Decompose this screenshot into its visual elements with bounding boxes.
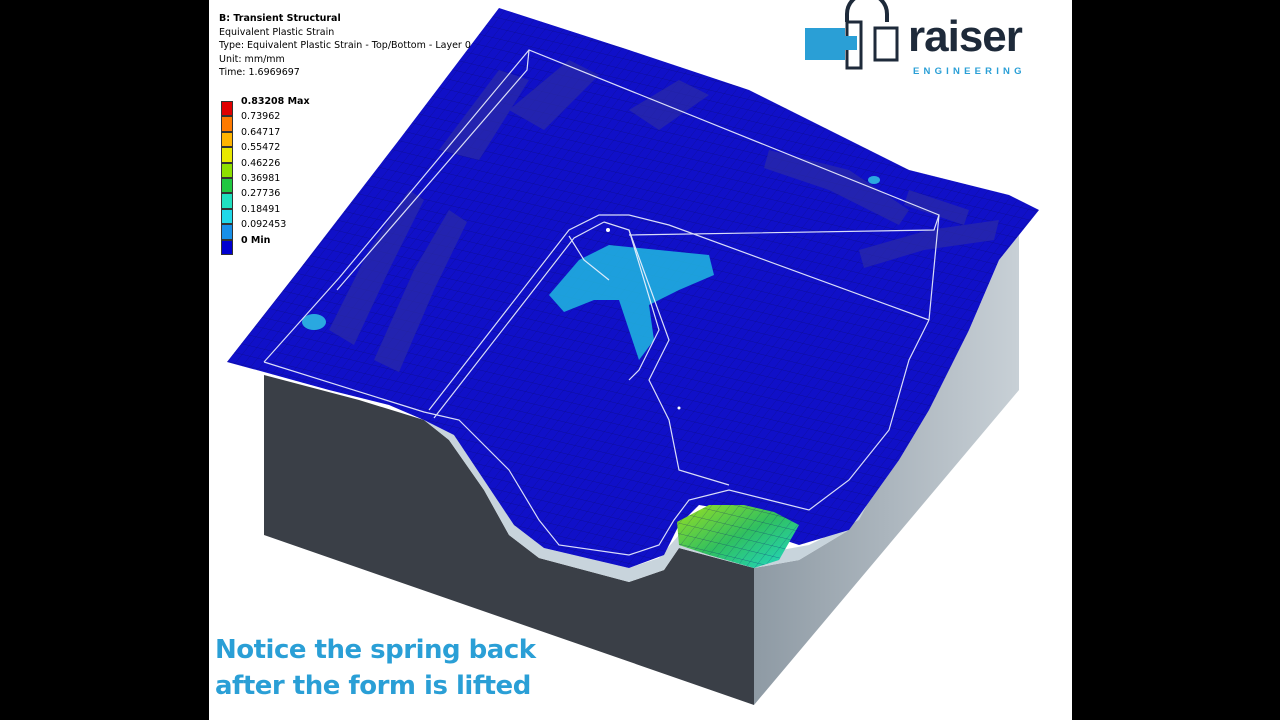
legend-color-swatch [221, 162, 233, 178]
logo-mark-icon [805, 0, 899, 70]
strain-hotspot-right [868, 176, 880, 184]
legend-value-label: 0.64717 [241, 126, 281, 138]
probe-marker [606, 228, 610, 232]
strain-hotspot-left [302, 314, 326, 330]
legend-value-label: 0.18491 [241, 203, 281, 215]
analysis-title: B: Transient Structural [219, 13, 341, 24]
logo-wordmark: raiser [908, 12, 1023, 61]
caption-line-1: Notice the spring back [215, 635, 536, 665]
legend-color-swatch [221, 208, 233, 225]
legend-color-swatch [221, 131, 233, 148]
result-time: Time: 1.6969697 [219, 67, 300, 79]
annotation-caption: Notice the spring back after the form is… [215, 632, 536, 704]
probe-marker [677, 406, 681, 410]
legend-color-swatch [221, 193, 233, 209]
company-logo: raiser ENGINEERING [803, 0, 1053, 80]
fea-model-view[interactable] [209, 0, 1072, 720]
logo-subtitle: ENGINEERING [913, 66, 1026, 77]
legend-value-label: 0.27736 [241, 188, 281, 200]
legend-color-swatch [221, 239, 233, 255]
legend-value-label: 0.092453 [241, 219, 287, 231]
result-unit: Unit: mm/mm [219, 53, 285, 65]
legend-color-swatch [221, 224, 233, 240]
legend-color-swatch [221, 147, 233, 163]
result-info-block: B: Transient Structural Equivalent Plast… [219, 12, 471, 80]
legend-value-label: 0.55472 [241, 142, 281, 154]
legend-value-label: 0.46226 [241, 157, 281, 169]
legend-color-swatch [221, 116, 233, 132]
result-type: Type: Equivalent Plastic Strain - Top/Bo… [219, 40, 471, 52]
legend-value-label: 0.36981 [241, 172, 281, 184]
legend-color-swatch [221, 101, 233, 117]
caption-line-2: after the form is lifted [215, 671, 531, 701]
legend-color-swatch [221, 177, 233, 194]
graphics-viewport[interactable]: B: Transient Structural Equivalent Plast… [209, 0, 1072, 720]
legend-value-label: 0.83208 Max [241, 96, 310, 107]
legend-value-label: 0.73962 [241, 111, 281, 123]
legend-value-label: 0 Min [241, 234, 271, 246]
result-name: Equivalent Plastic Strain [219, 26, 335, 38]
